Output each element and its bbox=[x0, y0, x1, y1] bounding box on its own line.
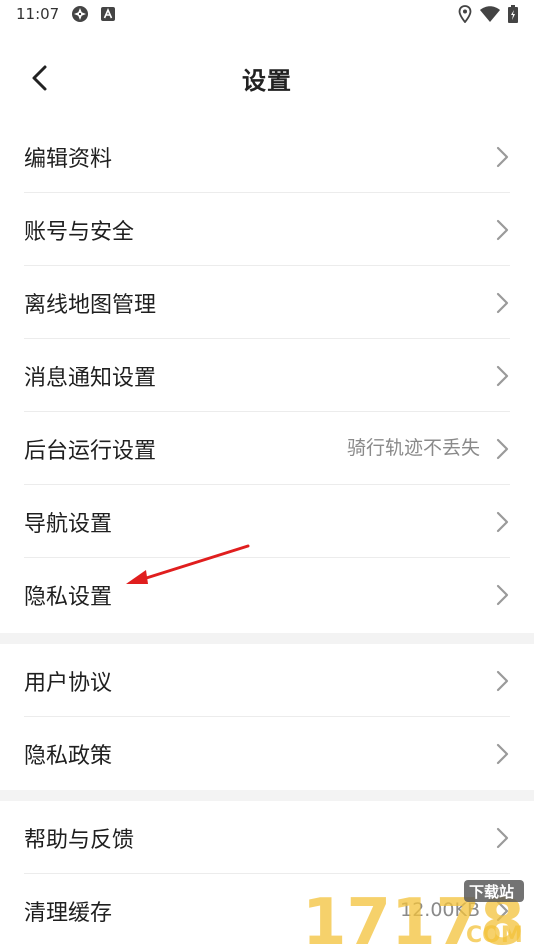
chevron-right-icon bbox=[496, 146, 509, 168]
settings-item-edit-profile[interactable]: 编辑资料 bbox=[0, 120, 534, 193]
settings-item-label: 离线地图管理 bbox=[24, 292, 157, 318]
chevron-right-icon bbox=[496, 438, 509, 460]
settings-item-label: 用户协议 bbox=[24, 670, 113, 696]
a-badge-icon bbox=[101, 7, 116, 21]
settings-group-account: 编辑资料 账号与安全 离线地图管理 消息通知设置 后台运行设置 骑行轨迹不丢失 … bbox=[0, 120, 534, 631]
settings-item-label: 编辑资料 bbox=[24, 146, 113, 172]
chevron-right-icon bbox=[496, 365, 509, 387]
status-right bbox=[458, 5, 518, 23]
chevron-right-icon bbox=[496, 670, 509, 692]
section-gap bbox=[0, 790, 534, 801]
settings-item-offline-maps[interactable]: 离线地图管理 bbox=[0, 266, 534, 339]
settings-item-label: 清理缓存 bbox=[24, 900, 113, 926]
settings-item-clear-cache[interactable]: 清理缓存 12.00KB bbox=[0, 874, 534, 947]
status-time: 11:07 bbox=[16, 5, 60, 23]
settings-item-label: 消息通知设置 bbox=[24, 365, 157, 391]
settings-item-navigation[interactable]: 导航设置 bbox=[0, 485, 534, 558]
chevron-right-icon bbox=[496, 511, 509, 533]
settings-item-help-feedback[interactable]: 帮助与反馈 bbox=[0, 801, 534, 874]
chevron-right-icon bbox=[496, 743, 509, 765]
settings-group-support: 帮助与反馈 清理缓存 12.00KB bbox=[0, 801, 534, 947]
settings-item-notifications[interactable]: 消息通知设置 bbox=[0, 339, 534, 412]
settings-item-label: 账号与安全 bbox=[24, 219, 135, 245]
status-bar: 11:07 bbox=[0, 0, 534, 28]
back-button[interactable] bbox=[22, 60, 58, 96]
settings-item-label: 帮助与反馈 bbox=[24, 827, 135, 853]
status-left: 11:07 bbox=[16, 5, 116, 23]
settings-item-privacy-settings[interactable]: 隐私设置 bbox=[0, 558, 534, 631]
chevron-left-icon bbox=[32, 65, 47, 91]
settings-item-user-agreement[interactable]: 用户协议 bbox=[0, 644, 534, 717]
chevron-right-icon bbox=[496, 584, 509, 606]
page-title: 设置 bbox=[242, 66, 292, 95]
settings-item-hint: 骑行轨迹不丢失 bbox=[346, 437, 480, 459]
settings-item-background-run[interactable]: 后台运行设置 骑行轨迹不丢失 bbox=[0, 412, 534, 485]
header-bar: 设置 bbox=[0, 36, 534, 120]
sync-icon bbox=[71, 5, 89, 23]
chevron-right-icon bbox=[496, 827, 509, 849]
chevron-right-icon bbox=[496, 900, 509, 922]
settings-group-legal: 用户协议 隐私政策 bbox=[0, 644, 534, 790]
wifi-icon bbox=[480, 6, 500, 22]
chevron-right-icon bbox=[496, 292, 509, 314]
battery-icon bbox=[508, 5, 518, 23]
chevron-right-icon bbox=[496, 219, 509, 241]
location-icon bbox=[458, 5, 472, 23]
settings-item-privacy-policy[interactable]: 隐私政策 bbox=[0, 717, 534, 790]
settings-item-label: 隐私政策 bbox=[24, 743, 113, 769]
settings-item-label: 导航设置 bbox=[24, 511, 113, 537]
cache-size: 12.00KB bbox=[400, 899, 480, 921]
settings-item-account-security[interactable]: 账号与安全 bbox=[0, 193, 534, 266]
settings-item-label: 后台运行设置 bbox=[24, 438, 157, 464]
section-gap bbox=[0, 633, 534, 644]
settings-item-label: 隐私设置 bbox=[24, 584, 113, 610]
